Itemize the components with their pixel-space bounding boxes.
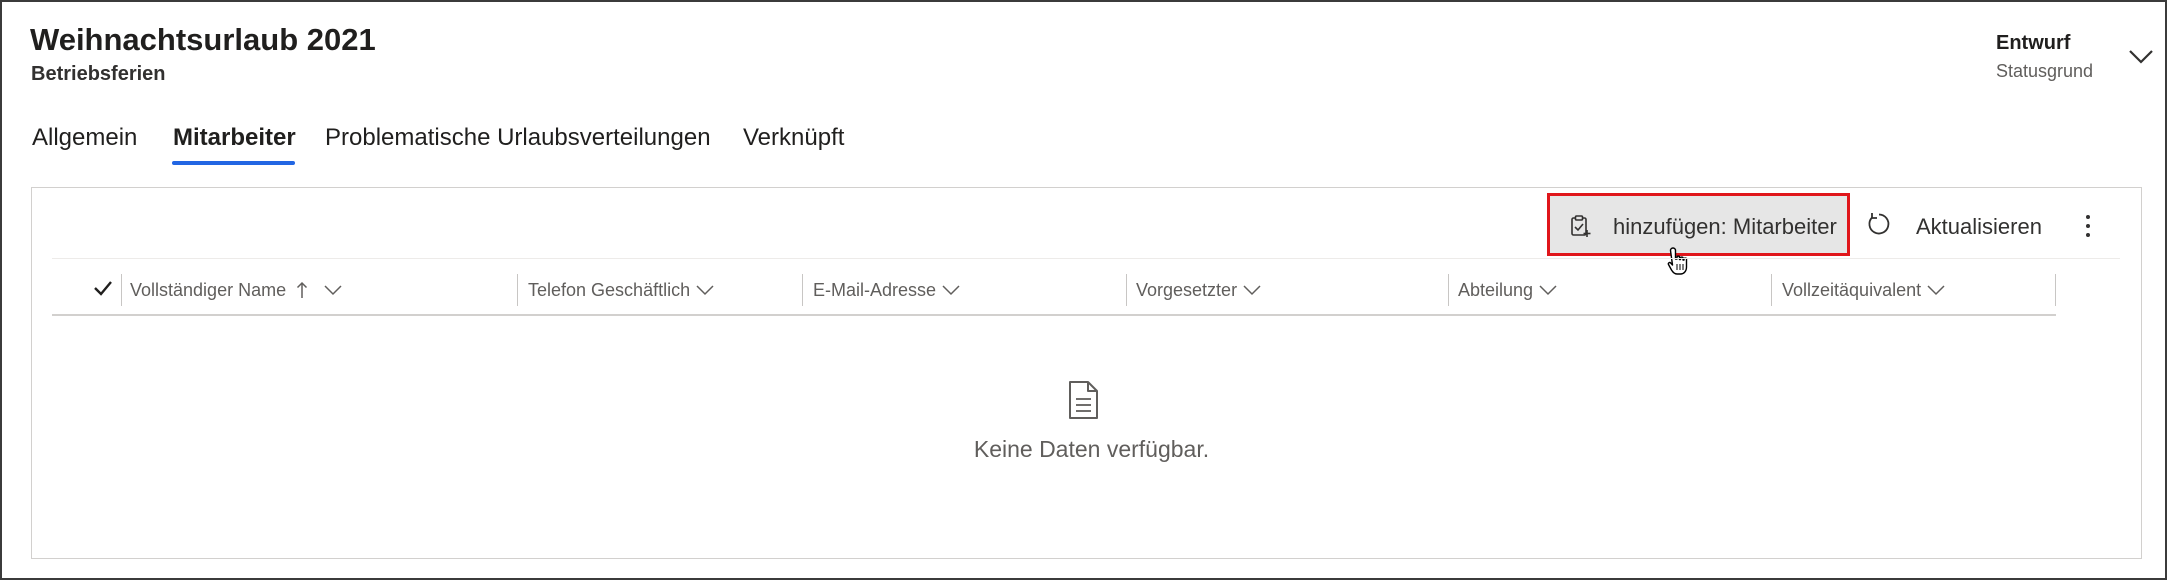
column-header-fte[interactable]: Vollzeitäquivalent	[1782, 274, 1945, 306]
chevron-down-icon	[1927, 285, 1945, 296]
toolbar-divider	[52, 258, 2120, 259]
document-icon	[1069, 381, 1098, 419]
column-divider	[1448, 274, 1449, 306]
column-divider	[802, 274, 803, 306]
add-employee-label: hinzufügen: Mitarbeiter	[1613, 214, 1837, 239]
column-header-manager[interactable]: Vorgesetzter	[1136, 274, 1261, 306]
status-reason-block[interactable]: Entwurf Statusgrund	[1996, 32, 2093, 82]
chevron-down-icon[interactable]	[2128, 48, 2154, 66]
tab-verknuepft[interactable]: Verknüpft	[743, 124, 844, 152]
empty-state-text: Keine Daten verfügbar.	[973, 436, 1210, 462]
column-divider	[2055, 274, 2056, 306]
grid-header-divider	[52, 314, 2056, 316]
tab-mitarbeiter[interactable]: Mitarbeiter	[173, 124, 296, 152]
chevron-down-icon	[696, 285, 714, 296]
grid-header-row: Vollständiger Name Telefon Geschäftlich …	[52, 268, 2056, 312]
chevron-down-icon	[1539, 285, 1557, 296]
refresh-button[interactable]: Aktualisieren	[1866, 210, 2066, 242]
record-title: Weihnachtsurlaub 2021	[30, 22, 376, 57]
status-value: Entwurf	[1996, 32, 2071, 54]
column-divider	[1126, 274, 1127, 306]
status-label: Statusgrund	[1996, 61, 2094, 81]
column-header-label: Vollständiger Name	[130, 279, 287, 300]
column-header-label: Telefon Geschäftlich	[528, 279, 691, 300]
column-divider	[121, 274, 122, 306]
clipboard-add-icon	[1571, 215, 1591, 237]
chevron-down-icon	[324, 285, 342, 296]
empty-state-message: Keine Daten verfügbar.	[0, 436, 2167, 463]
sort-ascending-icon	[297, 281, 308, 298]
column-header-label: E-Mail-Adresse	[813, 279, 937, 300]
column-header-department[interactable]: Abteilung	[1458, 274, 1557, 306]
column-divider	[1771, 274, 1772, 306]
refresh-label: Aktualisieren	[1916, 214, 2042, 239]
checkmark-icon[interactable]	[92, 278, 114, 298]
more-vertical-icon[interactable]	[2078, 212, 2098, 240]
active-tab-indicator	[172, 161, 295, 165]
column-header-label: Abteilung	[1458, 279, 1534, 300]
add-employee-button[interactable]: hinzufügen: Mitarbeiter	[1547, 193, 1850, 256]
column-header-label: Vollzeitäquivalent	[1782, 279, 1922, 300]
tab-problematische-urlaubsverteilungen[interactable]: Problematische Urlaubsverteilungen	[325, 124, 711, 152]
record-subtitle: Betriebsferien	[31, 63, 166, 85]
column-divider	[517, 274, 518, 306]
column-header-email[interactable]: E-Mail-Adresse	[813, 274, 960, 306]
tab-allgemein[interactable]: Allgemein	[32, 124, 137, 152]
chevron-down-icon	[942, 285, 960, 296]
column-header-label: Vorgesetzter	[1136, 279, 1238, 300]
column-header-business-phone[interactable]: Telefon Geschäftlich	[528, 274, 714, 306]
column-header-full-name[interactable]: Vollständiger Name	[130, 274, 342, 306]
chevron-down-icon	[1243, 285, 1261, 296]
refresh-icon	[1868, 213, 1890, 235]
